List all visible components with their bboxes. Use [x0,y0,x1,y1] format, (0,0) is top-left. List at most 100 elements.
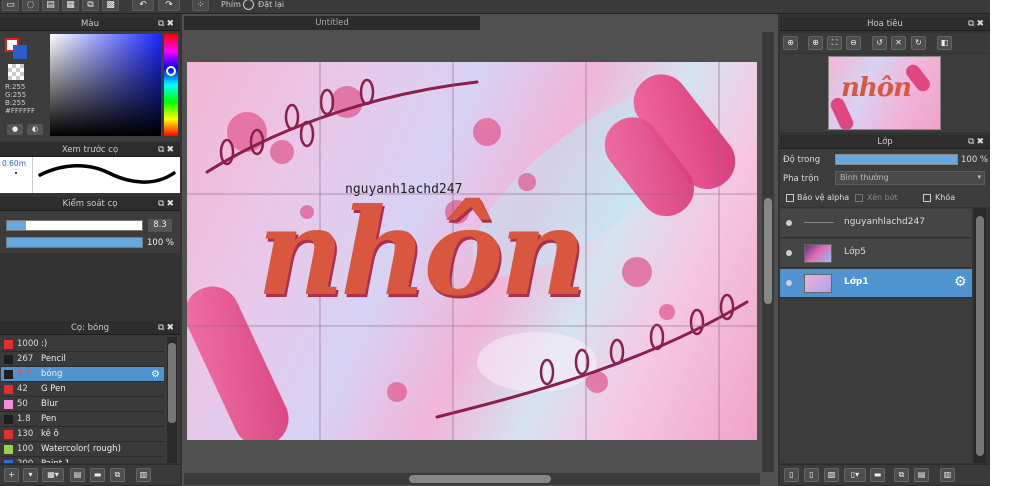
import-image-icon[interactable]: ▧ [824,468,839,482]
canvas-vscroll-thumb[interactable] [764,198,772,304]
duplicate-layer-icon[interactable]: ⧉ [894,468,909,482]
document-tab[interactable]: Untitled [184,16,480,30]
visibility-icon[interactable] [786,280,792,286]
brush-size: 130 [17,429,34,439]
background-color-swatch[interactable] [13,45,27,59]
brush-item[interactable]: 1.8 Pen [1,412,164,427]
add-brush-icon[interactable]: + [4,468,19,482]
gear-icon[interactable]: ⚙ [954,274,967,290]
saturation-value-square[interactable] [50,34,161,136]
panel-controls[interactable]: ⧉✖ [158,197,176,211]
brush-item[interactable]: 130 kê ô [1,427,164,442]
protect-alpha-checkbox[interactable] [786,194,794,202]
brush-item[interactable]: 50 Blur [1,397,164,412]
navigator-thumbnail[interactable]: nhôn [828,56,941,133]
brush-list-scroll-thumb[interactable] [168,343,176,423]
hue-slider[interactable] [164,34,178,136]
layer-row[interactable]: Lớp5 [780,239,972,268]
layer-row[interactable]: nguyanhlachd247 [780,209,972,238]
rotate-left-icon[interactable]: ↺ [872,36,887,50]
flip-icon[interactable]: ◧ [937,36,952,50]
brush-options-icon[interactable]: ▾ [23,468,38,482]
brush-color-swatch [4,385,13,394]
redo-icon[interactable]: ↷ [158,0,180,11]
brush-item[interactable]: 1000:) [1,337,164,352]
panel-controls[interactable]: ⧉✖ [968,135,986,149]
color-panel: R:255 G:255 B:255 #FFFFFF ● ◐ [0,31,180,141]
panel-controls[interactable]: ⧉✖ [158,17,176,31]
blend-mode-select[interactable]: Bình thường ▾ [835,171,985,185]
selection-icon[interactable]: ⁘ [192,0,209,11]
transparent-swatch[interactable] [8,64,24,80]
brush-item[interactable]: 267 Pencil [1,352,164,367]
brush-menu-icon[interactable]: ▦▾ [42,468,64,482]
undo-icon[interactable]: ↶ [132,0,154,11]
comment-icon[interactable]: ▤ [42,0,59,11]
visibility-icon[interactable] [786,250,792,256]
fit-icon[interactable]: ⛶ [827,36,842,50]
layer-opacity-slider[interactable] [835,154,958,165]
layer-folder-icon[interactable]: ▬ [870,468,885,482]
layers-menu-icon[interactable]: ▦ [62,0,79,11]
brush-color-swatch [4,460,13,463]
lock-checkbox[interactable] [923,194,931,202]
delete-layer-icon[interactable]: ▥ [940,468,955,482]
canvas-horizontal-scrollbar[interactable] [184,473,760,485]
panel-controls[interactable]: ⧉✖ [158,143,176,157]
chat-icon[interactable]: ◌ [22,0,39,11]
new-layer-2-icon[interactable]: ▯ [804,468,819,482]
text-layer-thumb [804,222,834,223]
grid-icon[interactable]: ▩ [102,0,119,11]
add-layer-menu-icon[interactable]: ▯▾ [844,468,866,482]
import-brush-icon[interactable]: ▤ [70,468,85,482]
layer-row[interactable]: Lớp1 ⚙ [780,269,972,298]
brush-item[interactable]: 100 Watercolor( rough) [1,442,164,457]
brush-list-title-text: Cọ: bóng [70,323,110,333]
zoom-in-2-icon[interactable]: ⊕ [808,36,823,50]
reset-label[interactable]: Đặt lại [258,0,284,9]
color-panel-title-text: Màu [81,19,99,29]
layer-scroll-thumb[interactable] [976,216,984,456]
panel-controls[interactable]: ⧉✖ [968,17,986,31]
folder-icon[interactable]: ▬ [90,468,105,482]
lock-label: Khóa [935,193,956,202]
brush-item[interactable]: 42 G Pen [1,382,164,397]
clip-label: Xén bớt [867,193,898,202]
gear-icon[interactable]: ⚙ [151,367,160,382]
brush-size-value[interactable]: 8.3 [148,219,172,232]
merge-layer-icon[interactable]: ▤ [914,468,929,482]
panel-controls[interactable]: ⧉✖ [158,321,176,335]
brush-size-slider[interactable] [6,220,143,231]
color-wheel-button[interactable]: ● [7,124,23,135]
brush-item[interactable]: 200 Paint 1 [1,457,164,463]
brush-list: 1000:) 267 Pencil 8.3 bóng ⚙ 42 G Pen 50 Blur 1.8 P… [0,335,180,463]
clip-checkbox[interactable] [855,194,863,202]
brush-name: Blur [41,399,59,409]
zoom-out-icon[interactable]: ⊖ [846,36,861,50]
duplicate-icon[interactable]: ⧉ [110,468,125,482]
brush-color-swatch [4,370,13,379]
brush-item[interactable]: 8.3 bóng ⚙ [1,367,164,382]
key-label[interactable]: Phím [221,0,241,9]
fit-window-icon[interactable]: ✕ [891,36,906,50]
layer-list-scrollbar[interactable] [974,208,986,463]
brush-color-swatch [4,430,13,439]
layer-opacity-value: 100 % [961,155,989,165]
new-layer-icon[interactable]: ▯ [784,468,799,482]
zoom-in-icon[interactable]: ⊕ [783,36,798,50]
canvas-vertical-scrollbar[interactable] [762,32,774,472]
brush-list-scrollbar[interactable] [167,337,177,463]
visibility-icon[interactable] [786,220,792,226]
brush-name: Pencil [41,354,66,364]
navigator-toolbar: ⊕ ⊕ ⛶ ⊖ ↺ ✕ ↻ ◧ [780,33,990,53]
hue-handle[interactable] [166,66,176,76]
export-icon[interactable]: ⧉ [82,0,99,11]
delete-brush-icon[interactable]: ▥ [136,468,151,482]
brush-opacity-slider[interactable] [6,237,143,248]
artwork-canvas[interactable]: nguyanh1achd247 nhôn [187,62,757,440]
palette-button[interactable]: ◐ [27,124,43,135]
new-file-icon[interactable]: ▭ [2,0,19,11]
canvas-hscroll-thumb[interactable] [409,475,551,483]
reset-icon[interactable] [243,0,254,10]
rotate-right-icon[interactable]: ↻ [911,36,926,50]
